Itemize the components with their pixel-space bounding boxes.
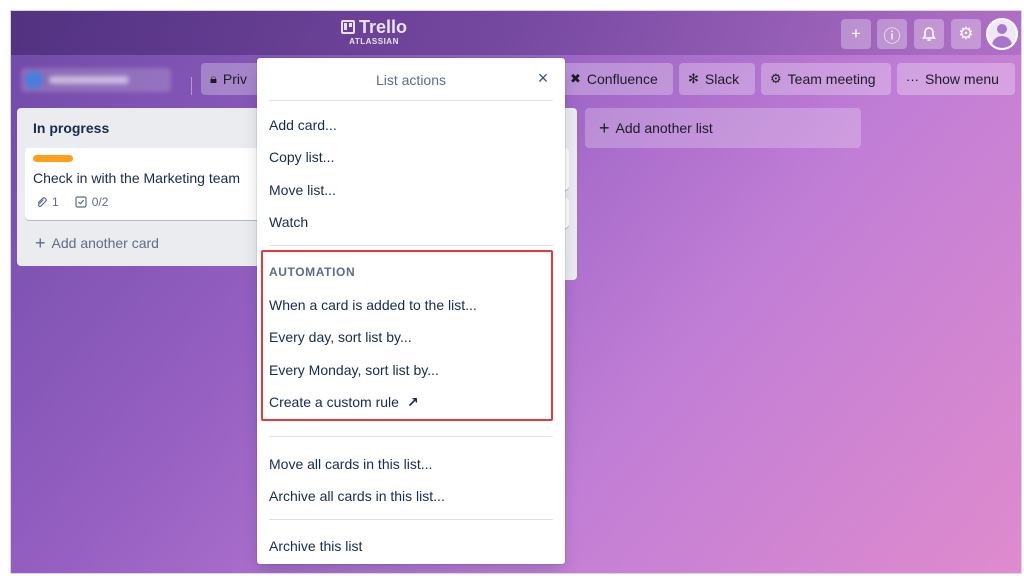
external-link-icon: ↗ bbox=[406, 393, 419, 410]
separator bbox=[269, 519, 553, 520]
gears-icon: ⚙ bbox=[770, 71, 782, 86]
popover-title: List actions bbox=[375, 72, 447, 88]
confluence-button[interactable]: ✖ Confluence bbox=[561, 63, 673, 95]
confluence-label: Confluence bbox=[586, 71, 658, 87]
team-meeting-button[interactable]: ⚙ Team meeting bbox=[761, 63, 891, 95]
header-divider bbox=[191, 77, 192, 95]
add-card-label: Add another card bbox=[51, 235, 159, 251]
plus-icon: + bbox=[35, 233, 46, 253]
board-name-blurred[interactable] bbox=[21, 68, 171, 92]
paperclip-icon bbox=[37, 197, 47, 208]
top-header: Trello ATLASSIAN + ⓘ ⚙ bbox=[11, 11, 1021, 55]
trello-logo[interactable]: Trello ATLASSIAN bbox=[337, 17, 411, 51]
menu-item-move-list[interactable]: Move list... bbox=[257, 175, 565, 205]
show-menu-label: Show menu bbox=[925, 71, 999, 87]
create-button[interactable]: + bbox=[841, 19, 871, 49]
popover-header: List actions × bbox=[257, 58, 565, 100]
lock-icon: 🔒︎ bbox=[210, 71, 217, 86]
team-meeting-label: Team meeting bbox=[787, 71, 876, 87]
gear-icon: ⚙ bbox=[958, 24, 974, 43]
bell-icon bbox=[921, 27, 937, 42]
list-in-progress: In progress Check in with the Marketing … bbox=[17, 108, 285, 266]
menu-item-card-added-rule[interactable]: When a card is added to the list... bbox=[257, 290, 565, 320]
info-button[interactable]: ⓘ bbox=[877, 19, 907, 49]
logo-subtitle: ATLASSIAN bbox=[349, 37, 399, 46]
add-list-button[interactable]: + Add another list bbox=[585, 108, 861, 148]
card-badges: 1 0/2 bbox=[35, 195, 108, 209]
menu-item-monday-sort[interactable]: Every Monday, sort list by... bbox=[257, 355, 565, 385]
menu-item-archive-all-cards[interactable]: Archive all cards in this list... bbox=[257, 481, 565, 511]
custom-rule-label: Create a custom rule bbox=[269, 394, 399, 410]
add-list-label: Add another list bbox=[615, 120, 713, 136]
show-menu-button[interactable]: ··· Show menu bbox=[897, 63, 1015, 95]
card-label-orange[interactable] bbox=[33, 155, 73, 162]
confluence-icon: ✖ bbox=[570, 71, 581, 86]
slack-button[interactable]: ✻ Slack bbox=[679, 63, 755, 95]
logo-text: Trello bbox=[358, 17, 407, 37]
list-title[interactable]: In progress bbox=[33, 120, 109, 136]
slack-icon: ✻ bbox=[688, 71, 699, 86]
card-title: Check in with the Marketing team bbox=[33, 170, 240, 186]
menu-item-move-all-cards[interactable]: Move all cards in this list... bbox=[257, 449, 565, 479]
slack-label: Slack bbox=[704, 71, 740, 87]
info-icon: ⓘ bbox=[883, 26, 901, 46]
menu-item-custom-rule[interactable]: Create a custom rule ↗ bbox=[257, 387, 565, 417]
separator bbox=[269, 436, 553, 437]
automation-heading: AUTOMATION bbox=[269, 265, 356, 279]
separator bbox=[269, 245, 553, 246]
add-card-button[interactable]: + Add another card bbox=[35, 233, 159, 253]
menu-item-add-card[interactable]: Add card... bbox=[257, 110, 565, 140]
ellipsis-icon: ··· bbox=[906, 71, 919, 87]
visibility-label: Priv bbox=[222, 71, 248, 87]
notifications-button[interactable] bbox=[914, 19, 944, 49]
menu-item-archive-list[interactable]: Archive this list bbox=[257, 531, 565, 561]
user-avatar[interactable] bbox=[986, 18, 1018, 50]
menu-item-copy-list[interactable]: Copy list... bbox=[257, 142, 565, 172]
attachment-badge: 1 bbox=[35, 195, 59, 209]
checklist-count: 0/2 bbox=[91, 195, 109, 209]
close-icon[interactable]: × bbox=[533, 68, 553, 88]
visibility-button[interactable]: 🔒︎ Priv bbox=[201, 63, 261, 95]
attachment-count: 1 bbox=[52, 195, 59, 209]
plus-icon: + bbox=[599, 118, 610, 138]
trello-board-icon bbox=[340, 20, 355, 34]
app-window: Trello ATLASSIAN + ⓘ ⚙ 🔒︎ Priv ✖ Conflue… bbox=[10, 10, 1022, 574]
list-actions-popover: List actions × Add card... Copy list... … bbox=[257, 58, 565, 564]
plus-icon: + bbox=[851, 24, 861, 43]
checklist-badge: 0/2 bbox=[75, 195, 109, 209]
separator bbox=[269, 100, 553, 101]
menu-item-daily-sort[interactable]: Every day, sort list by... bbox=[257, 322, 565, 352]
settings-button[interactable]: ⚙ bbox=[951, 19, 981, 49]
menu-item-watch[interactable]: Watch bbox=[257, 207, 565, 237]
card[interactable]: Check in with the Marketing team 1 0/2 bbox=[25, 148, 285, 220]
checkbox-icon bbox=[75, 196, 87, 208]
